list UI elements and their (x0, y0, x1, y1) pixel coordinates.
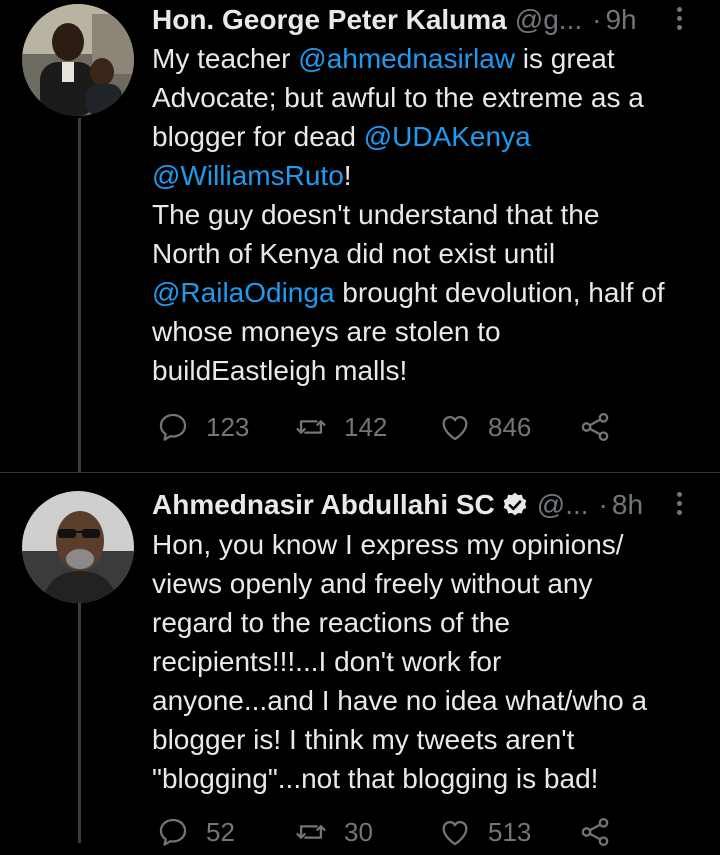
tweet-text-line: The guy doesn't understand that the (152, 195, 707, 234)
tweet-actions: 52 30 513 (152, 815, 712, 855)
tweet-text-line: @WilliamsRuto! (152, 156, 707, 195)
avatar[interactable] (22, 491, 134, 603)
tweet-text-segment: views openly and freely without any (152, 568, 593, 599)
tweet-2[interactable]: Ahmednasir Abdullahi SC @... · 8h Hon, y… (0, 473, 720, 847)
tweet-text-segment: My teacher (152, 43, 299, 74)
tweet-text-segment: blogger is! I think my tweets aren't (152, 724, 575, 755)
share-icon (581, 412, 609, 442)
timestamp[interactable]: 9h (605, 4, 636, 36)
more-options-icon[interactable] (674, 4, 684, 34)
tweet-text-line: views openly and freely without any (152, 564, 707, 603)
retweet-icon (296, 825, 326, 839)
tweet-text-segment: Hon, you know I express my opinions/ (152, 529, 624, 560)
separator-dot: · (598, 489, 608, 520)
author-handle[interactable]: @... (537, 489, 589, 521)
author-name[interactable]: Ahmednasir Abdullahi SC (152, 489, 495, 521)
tweet-text-segment: North of Kenya did not exist until (152, 238, 556, 269)
tweet-text-line: anyone...and I have no idea what/who a (152, 681, 707, 720)
tweet-text-line: whose moneys are stolen to (152, 312, 707, 351)
like-button[interactable]: 513 (438, 815, 531, 849)
tweet-text-line: Hon, you know I express my opinions/ (152, 525, 707, 564)
author-handle[interactable]: @g... (515, 4, 582, 36)
share-button[interactable] (578, 410, 612, 444)
tweet-text-line: recipients!!!...I don't work for (152, 642, 707, 681)
tweet-text-line: blogger for dead @UDAKenya (152, 117, 707, 156)
tweet-text-line: buildEastleigh malls! (152, 351, 707, 390)
tweet-text-segment: buildEastleigh malls! (152, 355, 408, 386)
retweet-button[interactable]: 30 (294, 815, 373, 849)
tweet-1[interactable]: Hon. George Peter Kaluma @g... · 9h My t… (0, 0, 720, 470)
tweet-text-line: Advocate; but awful to the extreme as a (152, 78, 707, 117)
mention-link[interactable]: @RailaOdinga (152, 277, 335, 308)
like-count: 846 (488, 411, 532, 442)
tweet-text-line: My teacher @ahmednasirlaw is great (152, 39, 707, 78)
tweet-text-line: blogger is! I think my tweets aren't (152, 720, 707, 759)
retweet-button[interactable]: 142 (294, 410, 387, 444)
tweet-text-segment: brought devolution, half of (334, 277, 665, 308)
heart-icon (442, 415, 468, 441)
reply-button[interactable]: 52 (156, 815, 235, 849)
share-icon (581, 817, 609, 847)
tweet-text-line: "blogging"...not that blogging is bad! (152, 759, 707, 798)
tweet-text-segment: The guy doesn't understand that the (152, 199, 600, 230)
tweet-text-line: North of Kenya did not exist until (152, 234, 707, 273)
share-button[interactable] (578, 815, 612, 849)
reply-icon (159, 413, 187, 441)
tweet-text-segment: blogger for dead (152, 121, 364, 152)
tweet-text-segment: whose moneys are stolen to (152, 316, 501, 347)
reply-button[interactable]: 123 (156, 410, 249, 444)
tweet-text-line: regard to the reactions of the (152, 603, 707, 642)
heart-icon (442, 820, 468, 846)
more-options-icon[interactable] (674, 489, 684, 519)
tweet-actions: 123 142 846 (152, 410, 712, 450)
reply-count: 123 (206, 411, 250, 442)
author-name[interactable]: Hon. George Peter Kaluma (152, 4, 507, 36)
tweet-text-segment: "blogging"...not that blogging is bad! (152, 763, 599, 794)
tweet-text: My teacher @ahmednasirlaw is great Advoca… (152, 39, 707, 390)
mention-link[interactable]: @ahmednasirlaw (298, 43, 515, 74)
tweet-text-segment: anyone...and I have no idea what/who a (152, 685, 648, 716)
separator-dot: · (592, 4, 602, 35)
tweet-text-segment: regard to the reactions of the (152, 607, 510, 638)
mention-link[interactable]: @UDAKenya (364, 121, 531, 152)
tweet-text-segment: recipients!!!...I don't work for (152, 646, 502, 677)
tweet-text-segment: is great (515, 43, 615, 74)
verified-badge-icon (501, 491, 529, 519)
like-button[interactable]: 846 (438, 410, 531, 444)
tweet-text-segment: Advocate; but awful to the extreme as a (152, 82, 644, 113)
retweet-icon (296, 420, 326, 434)
tweet-text-segment: ! (343, 160, 352, 191)
timestamp[interactable]: 8h (612, 489, 643, 521)
retweet-count: 142 (344, 411, 388, 442)
tweet-text-line: @RailaOdinga brought devolution, half of (152, 273, 707, 312)
mention-link[interactable]: @WilliamsRuto (152, 160, 344, 191)
avatar[interactable] (22, 4, 134, 116)
tweet-text: Hon, you know I express my opinions/view… (152, 525, 707, 798)
reply-icon (159, 818, 187, 846)
